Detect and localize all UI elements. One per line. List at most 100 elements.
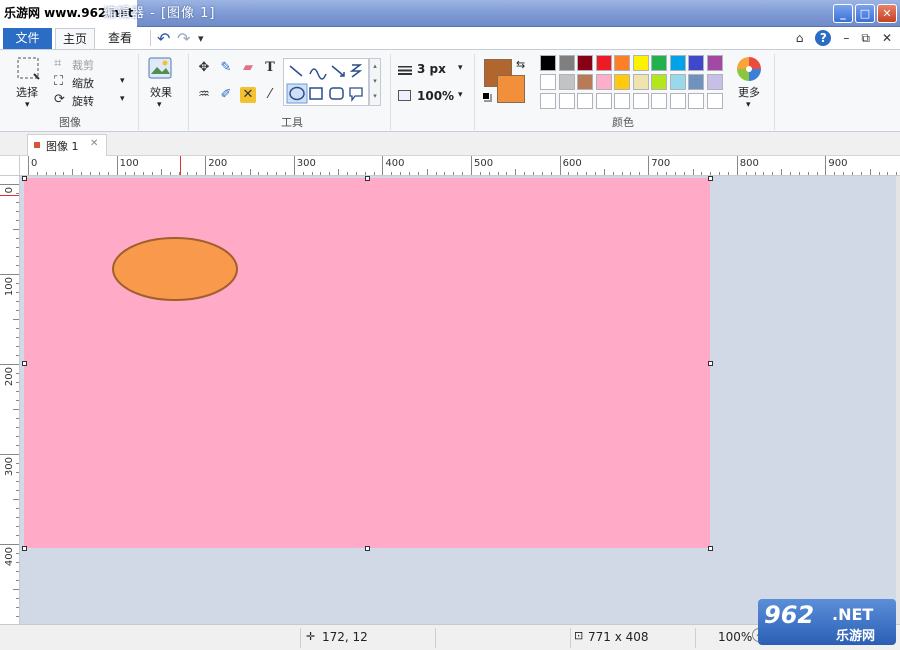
resize-dropdown-icon[interactable]: ▾ — [120, 76, 125, 86]
help-icon[interactable]: ? — [815, 30, 832, 46]
palette-color-swatch[interactable] — [558, 74, 575, 90]
text-tool-icon[interactable]: T — [262, 60, 278, 76]
palette-color-swatch[interactable] — [669, 93, 686, 109]
document-tab-close-icon[interactable]: ✕ — [90, 138, 98, 149]
collapse-ribbon-icon[interactable]: ⌂ — [796, 31, 804, 45]
palette-color-swatch[interactable] — [651, 93, 667, 109]
palette-color-swatch[interactable] — [614, 55, 630, 71]
palette-color-swatch[interactable] — [651, 55, 667, 71]
swap-colors-icon[interactable]: ⇆ — [516, 58, 525, 71]
doc-close-icon[interactable]: ✕ — [882, 31, 892, 45]
resize-handle[interactable] — [707, 545, 713, 551]
tools-group-label: 工具 — [281, 116, 303, 129]
document-tab[interactable]: 图像 1 ✕ — [27, 134, 107, 156]
more-colors-icon[interactable] — [736, 56, 762, 85]
tab-home[interactable]: 主页 — [55, 28, 95, 49]
watermark-big: 962 — [764, 601, 815, 629]
palette-color-swatch[interactable] — [688, 74, 704, 90]
brush-icon[interactable]: ✐ — [218, 87, 234, 103]
palette-color-swatch[interactable] — [540, 74, 556, 90]
undo-icon[interactable]: ↶ — [157, 29, 170, 48]
ruler-label: 400 — [4, 547, 15, 567]
resize-handle[interactable] — [21, 360, 27, 366]
resize-handle[interactable] — [364, 545, 370, 551]
pencil-icon[interactable]: ✎ — [218, 60, 234, 76]
palette-color-swatch[interactable] — [669, 55, 686, 71]
ruler-label: 100 — [119, 158, 139, 169]
ruler-label: 0 — [4, 187, 15, 194]
resize-handle[interactable] — [21, 175, 27, 181]
stroke-size-dropdown-icon[interactable]: ▾ — [458, 63, 463, 73]
zoom-dropdown-icon[interactable]: ▾ — [458, 90, 463, 100]
palette-color-swatch[interactable] — [614, 93, 630, 109]
ruler-label: 500 — [474, 158, 494, 169]
orange-ellipse[interactable] — [112, 237, 238, 301]
palette-color-swatch[interactable] — [688, 93, 704, 109]
secondary-color-swatch[interactable] — [497, 75, 525, 103]
effects-icon[interactable] — [148, 56, 174, 82]
palette-color-swatch[interactable] — [706, 55, 723, 71]
palette-color-swatch[interactable] — [558, 55, 575, 71]
palette-color-swatch[interactable] — [706, 74, 723, 90]
image-canvas[interactable] — [24, 178, 710, 548]
palette-color-swatch[interactable] — [595, 55, 612, 71]
tab-file[interactable]: 文件 — [3, 28, 52, 49]
palette-color-swatch[interactable] — [577, 55, 593, 71]
rotate-dropdown-icon[interactable]: ▾ — [120, 94, 125, 104]
tab-view[interactable]: 查看 — [100, 28, 140, 49]
more-label[interactable]: 更多 — [738, 84, 760, 100]
palette-color-swatch[interactable] — [558, 93, 575, 109]
close-button[interactable]: ✕ — [877, 4, 897, 23]
select-icon[interactable] — [16, 56, 42, 82]
vertical-scrollbar[interactable] — [896, 176, 900, 624]
reset-colors-icon[interactable] — [482, 92, 490, 100]
resize-handle[interactable] — [707, 175, 713, 181]
palette-color-swatch[interactable] — [595, 74, 612, 90]
ribbon: 选择 ▾ ⌗ 裁剪 ⛶ 缩放 ▾ ⟳ 旋转 ▾ 图像 效果 ▾ ✥ ✎ ▰ T … — [0, 49, 900, 132]
resize-handle[interactable] — [707, 360, 713, 366]
palette-color-swatch[interactable] — [669, 74, 686, 90]
more-dropdown-icon[interactable]: ▾ — [746, 100, 751, 110]
ribbon-controls: ⌂ ? – ⧉ ✕ — [796, 30, 892, 46]
redo-icon[interactable]: ↷ — [177, 29, 190, 48]
palette-color-swatch[interactable] — [651, 74, 667, 90]
palette-color-swatch[interactable] — [540, 55, 556, 71]
resize-handle[interactable] — [364, 175, 370, 181]
fill-icon[interactable]: ♒ — [196, 87, 212, 103]
stroke-size-value[interactable]: 3 px — [417, 62, 446, 76]
color-picker-icon[interactable]: ⁄ — [262, 87, 278, 103]
palette-color-swatch[interactable] — [706, 93, 723, 109]
select-tool-icon[interactable]: ✥ — [196, 60, 212, 76]
effects-dropdown-icon[interactable]: ▾ — [157, 100, 162, 110]
palette-color-swatch[interactable] — [577, 74, 593, 90]
quick-access-dropdown-icon[interactable]: ▾ — [198, 32, 204, 45]
palette-color-swatch[interactable] — [632, 93, 649, 109]
resize-label[interactable]: 缩放 — [72, 75, 94, 91]
zoom-value[interactable]: 100% — [417, 89, 454, 103]
rotate-label[interactable]: 旋转 — [72, 93, 94, 109]
maximize-button[interactable]: □ — [855, 4, 875, 23]
ruler-label: 0 — [31, 158, 38, 169]
doc-restore-icon[interactable]: ⧉ — [861, 31, 870, 46]
palette-color-swatch[interactable] — [577, 93, 593, 109]
ruler-label: 200 — [208, 158, 228, 169]
highlighter-icon[interactable]: ✕ — [240, 87, 256, 103]
minimize-button[interactable]: _ — [833, 4, 853, 23]
crop-label[interactable]: 裁剪 — [72, 57, 94, 73]
eraser-icon[interactable]: ▰ — [240, 60, 256, 76]
shapes-scrollbar[interactable]: ▴ ▾ ▾ — [369, 58, 381, 106]
palette-color-swatch[interactable] — [688, 55, 704, 71]
palette-color-swatch[interactable] — [595, 93, 612, 109]
select-dropdown-icon[interactable]: ▾ — [25, 100, 30, 110]
palette-color-swatch[interactable] — [632, 74, 649, 90]
palette-color-swatch[interactable] — [614, 74, 630, 90]
select-label[interactable]: 选择 — [16, 84, 38, 100]
palette-color-swatch[interactable] — [632, 55, 649, 71]
ruler-label: 200 — [4, 367, 15, 387]
palette-color-swatch[interactable] — [540, 93, 556, 109]
doc-minimize-icon[interactable]: – — [843, 31, 849, 45]
ruler-label: 800 — [739, 158, 759, 169]
effects-label[interactable]: 效果 — [150, 84, 172, 100]
ruler-label: 700 — [651, 158, 671, 169]
resize-handle[interactable] — [21, 545, 27, 551]
